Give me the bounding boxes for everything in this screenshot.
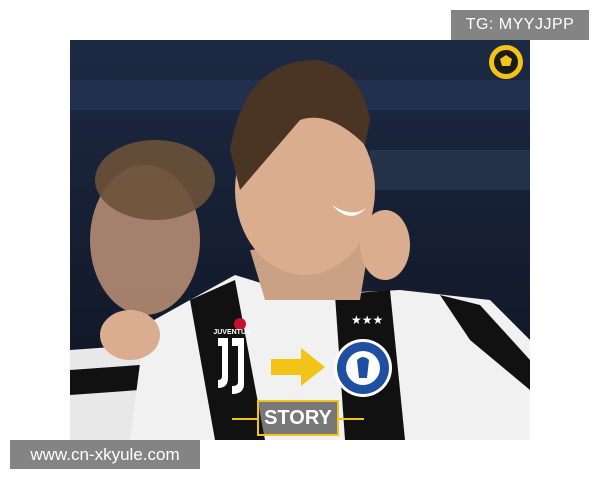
- site-watermark: www.cn-xkyule.com: [10, 440, 200, 469]
- svg-text:★★★: ★★★: [351, 313, 383, 327]
- story-label: STORY: [257, 400, 339, 436]
- chelsea-crest-icon: [333, 338, 393, 398]
- story-line-right: [339, 418, 364, 420]
- arrow-right-icon: [271, 346, 327, 388]
- juventus-label: JUVENTUS: [213, 329, 251, 336]
- telegram-watermark: TG: MYYJJPP: [451, 10, 589, 40]
- soccer-ball-logo-icon: [488, 44, 524, 80]
- story-line-left: [232, 418, 257, 420]
